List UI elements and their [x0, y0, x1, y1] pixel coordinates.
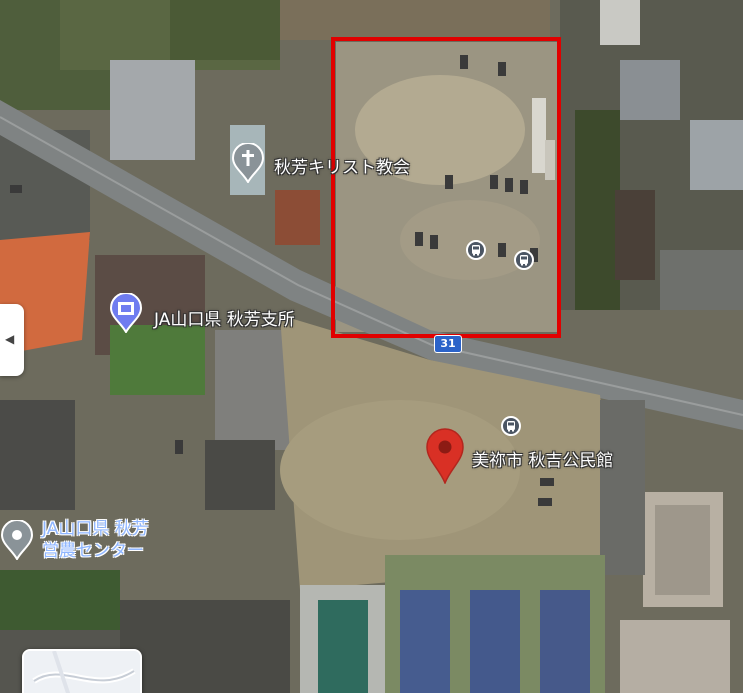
collapse-panel-button[interactable]: ◀: [0, 304, 24, 376]
gray-location-pin-icon[interactable]: [0, 519, 34, 564]
place-label-community-center[interactable]: 美祢市 秋吉公民館: [472, 446, 613, 471]
place-label-ja-branch[interactable]: JA山口県 秋芳支所: [154, 305, 295, 330]
bus-icon[interactable]: [501, 416, 521, 436]
selected-area-outline: [331, 37, 561, 338]
place-label-ja-agri-center[interactable]: JA山口県 秋芳 営農センター: [42, 518, 149, 562]
map-layer-thumbnail[interactable]: [22, 649, 142, 693]
route-shield: 31: [434, 335, 462, 353]
chevron-left-icon: ◀: [5, 332, 15, 346]
bank-building-icon[interactable]: [109, 292, 143, 337]
satellite-map[interactable]: 秋芳キリスト教会 JA山口県 秋芳支所 31 美祢市 秋吉公民館 JA山口県 秋…: [0, 0, 743, 693]
place-label-church[interactable]: 秋芳キリスト教会: [274, 153, 410, 178]
bus-icon[interactable]: [514, 250, 534, 270]
red-location-pin-icon[interactable]: [425, 428, 465, 488]
bus-icon[interactable]: [466, 240, 486, 260]
church-icon[interactable]: [231, 142, 265, 187]
